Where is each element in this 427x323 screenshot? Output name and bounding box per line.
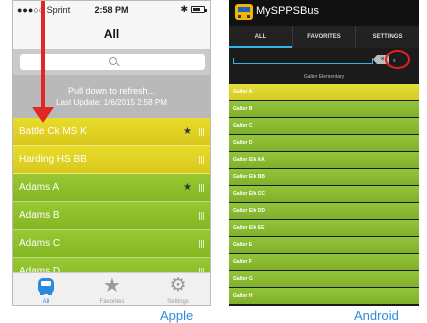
tab-all[interactable]: ALL — [229, 26, 292, 48]
reorder-handle-icon[interactable] — [199, 212, 204, 220]
list-item[interactable]: Galter D — [229, 135, 419, 151]
tab-settings-label: Settings — [167, 299, 189, 305]
list-item[interactable]: Galter F — [229, 254, 419, 270]
tab-all-label: All — [42, 299, 50, 305]
favorite-star-icon[interactable]: ★ — [183, 174, 192, 202]
comparison-page: ●●●○○ Sprint 2:58 PM ✱ All Pull down to … — [0, 0, 427, 323]
list-item-label: Adams B — [19, 210, 60, 221]
action-bar: MySPPSBus — [229, 0, 419, 26]
bluetooth-icon: ✱ — [180, 4, 188, 14]
list-item-label: Adams A — [19, 182, 60, 193]
android-phone-screen: MySPPSBus ALL FAVORITES SETTINGS × ≡ Gal… — [229, 0, 419, 306]
battery-icon — [191, 6, 207, 13]
list-item[interactable]: Adams B — [13, 202, 210, 230]
list-item[interactable]: Galter Elk CC — [229, 186, 419, 202]
tab-bar: All ★ Favorites ⚙ Settings — [13, 272, 210, 305]
list-item[interactable]: Galter Elk AA — [229, 152, 419, 168]
tab-strip: ALL FAVORITES SETTINGS — [229, 26, 419, 48]
star-icon: ★ — [103, 275, 121, 297]
list-item-label: Harding HS BB — [19, 154, 87, 165]
apple-caption: Apple — [160, 308, 194, 323]
tab-favorites[interactable]: FAVORITES — [292, 26, 355, 48]
bus-icon — [38, 278, 54, 295]
reorder-handle-icon[interactable] — [199, 240, 204, 248]
favorite-star-icon[interactable]: ★ — [183, 118, 192, 146]
tab-all[interactable]: All — [13, 273, 79, 305]
list-item[interactable]: Harding HS BB — [13, 146, 210, 174]
reorder-handle-icon[interactable] — [199, 184, 204, 192]
gear-icon: ⚙ — [169, 275, 187, 296]
tab-settings[interactable]: ⚙ Settings — [145, 273, 210, 305]
app-bus-logo-icon — [235, 4, 253, 20]
highlight-circle — [385, 50, 410, 69]
list-item[interactable]: Adams C — [13, 230, 210, 258]
section-header: Galter Elementary — [229, 71, 419, 83]
list-item[interactable]: Galter C — [229, 118, 419, 134]
list-item[interactable]: Galter G — [229, 271, 419, 287]
tab-favorites[interactable]: ★ Favorites — [79, 273, 145, 305]
list-item[interactable]: Galter Elk EE — [229, 220, 419, 236]
app-title: MySPPSBus — [256, 5, 319, 17]
list-item-label: Battle Ck MS K — [19, 126, 87, 137]
list-item[interactable]: Galter H — [229, 288, 419, 304]
list-item[interactable]: Galter Elk BB — [229, 169, 419, 185]
bus-list: Battle Ck MS K ★ Harding HS BB Adams A ★… — [13, 118, 210, 286]
android-caption: Android — [354, 308, 399, 323]
list-item-label: Adams C — [19, 238, 61, 249]
apple-phone-screen: ●●●○○ Sprint 2:58 PM ✱ All Pull down to … — [12, 0, 211, 306]
search-bar: × ≡ — [229, 48, 419, 71]
pull-down-arrow-icon — [32, 1, 54, 131]
list-item[interactable]: Galter Elk DD — [229, 203, 419, 219]
tab-settings[interactable]: SETTINGS — [355, 26, 419, 48]
list-item[interactable]: Galter B — [229, 101, 419, 117]
list-item[interactable]: Galter A — [229, 84, 419, 100]
search-icon — [109, 57, 117, 65]
search-input[interactable] — [233, 58, 373, 64]
bus-list: Galter A Galter B Galter C Galter D Galt… — [229, 84, 419, 305]
reorder-handle-icon[interactable] — [199, 156, 204, 164]
list-item[interactable]: Adams A ★ — [13, 174, 210, 202]
tab-favorites-label: Favorites — [99, 299, 125, 305]
list-item[interactable]: Galter E — [229, 237, 419, 253]
reorder-handle-icon[interactable] — [199, 128, 204, 136]
